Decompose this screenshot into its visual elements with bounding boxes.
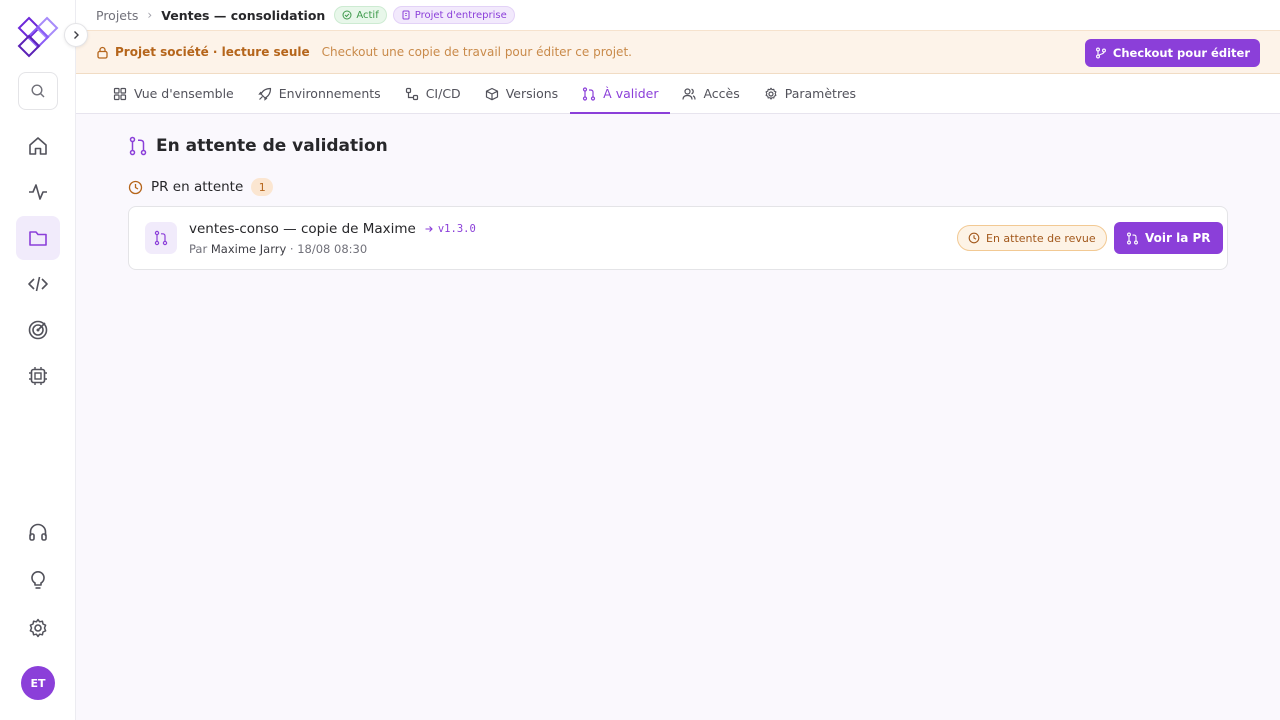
pr-target-version: v1.3.0 — [424, 223, 476, 235]
git-pull-request-icon — [583, 86, 596, 101]
tab-label: CI/CD — [425, 86, 461, 101]
home-icon — [29, 137, 47, 155]
sidebar-item-code[interactable] — [16, 262, 60, 306]
pending-pr-label: PR en attente — [151, 179, 244, 195]
code-icon — [28, 276, 48, 292]
readonly-banner: Projet société · lecture seule Checkout … — [76, 30, 1280, 74]
sidebar: ET — [0, 0, 88, 720]
sidebar-item-activity[interactable] — [16, 170, 60, 214]
building-icon — [402, 10, 410, 20]
breadcrumb-projects-link[interactable]: Projets — [96, 8, 138, 23]
checkout-button[interactable]: Checkout pour éditer — [1084, 39, 1260, 67]
sidebar-item-home[interactable] — [16, 124, 60, 168]
pr-version-label: v1.3.0 — [437, 223, 476, 235]
pending-pr-header: PR en attente 1 — [128, 178, 274, 196]
sidebar-item-target[interactable] — [16, 308, 60, 352]
git-pull-request-icon — [1127, 232, 1138, 244]
pr-title: ventes-conso — copie de Maxime v1.3.0 — [189, 221, 476, 237]
checkout-button-label: Checkout pour éditer — [1112, 46, 1250, 60]
activity-icon — [29, 184, 47, 200]
pr-meta: Par Maxime Jarry · 18/08 08:30 — [189, 242, 367, 256]
sidebar-item-settings[interactable] — [16, 606, 60, 650]
grid-icon — [113, 87, 127, 100]
rocket-icon — [258, 87, 271, 101]
pr-title-text: ventes-conso — copie de Maxime — [189, 221, 416, 237]
users-icon — [682, 87, 697, 100]
headphones-icon — [29, 523, 47, 541]
view-pr-button[interactable]: Voir la PR — [1114, 222, 1223, 254]
section-title-text: En attente de validation — [156, 136, 388, 156]
clock-icon — [128, 180, 143, 194]
chevron-right-icon — [74, 31, 79, 39]
sidebar-item-chip[interactable] — [16, 354, 60, 398]
project-type-badge: Projet d'entreprise — [392, 6, 515, 24]
chip-icon — [29, 367, 47, 385]
pr-card-icon-wrap — [145, 222, 177, 254]
tab-settings[interactable]: Paramètres — [752, 74, 868, 113]
git-branch-icon — [1095, 47, 1106, 59]
user-avatar[interactable]: ET — [21, 666, 55, 700]
status-badge: Actif — [334, 6, 387, 24]
clock-icon — [968, 232, 980, 244]
breadcrumb: Projets › Ventes — consolidation Actif P… — [76, 0, 1280, 30]
view-pr-button-label: Voir la PR — [1145, 231, 1211, 245]
pipeline-icon — [405, 87, 418, 100]
arrow-right-icon — [425, 226, 433, 232]
gear-icon — [765, 87, 777, 100]
lock-icon — [97, 46, 108, 59]
pr-author: Maxime Jarry — [210, 242, 287, 256]
pr-card[interactable]: ventes-conso — copie de Maxime v1.3.0 Pa… — [128, 206, 1228, 270]
search-icon — [31, 84, 45, 98]
breadcrumb-separator: › — [147, 8, 153, 22]
project-type-badge-label: Projet d'entreprise — [414, 9, 507, 21]
tab-overview[interactable]: Vue d'ensemble — [101, 74, 246, 113]
gear-icon — [29, 618, 47, 638]
tab-label: Vue d'ensemble — [134, 86, 234, 101]
sidebar-item-projects[interactable] — [16, 216, 60, 260]
status-badge-label: Actif — [356, 9, 379, 21]
box-icon — [485, 87, 498, 100]
section-title: En attente de validation — [128, 136, 388, 156]
git-pull-request-icon — [154, 230, 168, 246]
pr-by-label: Par — [189, 242, 208, 256]
banner-title: Projet société · lecture seule — [115, 45, 310, 59]
check-circle-icon — [342, 10, 352, 20]
target-icon — [28, 320, 48, 340]
tab-label: Versions — [505, 86, 559, 101]
sidebar-expand-button[interactable] — [64, 23, 88, 47]
page-title: Ventes — consolidation — [161, 7, 326, 23]
pr-date: · 18/08 08:30 — [289, 242, 368, 256]
pr-status-label: En attente de revue — [986, 231, 1096, 245]
pr-status-badge: En attente de revue — [957, 225, 1107, 251]
tab-label: Paramètres — [784, 86, 857, 101]
tab-to-validate[interactable]: À valider — [570, 74, 671, 114]
tab-environments[interactable]: Environnements — [246, 74, 393, 113]
tab-label: Accès — [703, 86, 740, 101]
folder-icon — [29, 231, 47, 246]
tab-versions[interactable]: Versions — [473, 74, 570, 113]
sidebar-search-button[interactable] — [18, 72, 58, 110]
tab-access[interactable]: Accès — [670, 74, 751, 113]
tab-label: À valider — [603, 86, 659, 101]
app-logo[interactable] — [15, 14, 61, 60]
pending-pr-count: 1 — [251, 178, 274, 196]
project-tabs: Vue d'ensemble Environnements CI/CD Vers… — [76, 74, 1280, 114]
banner-message: Checkout une copie de travail pour édite… — [321, 45, 632, 59]
sidebar-item-support[interactable] — [16, 510, 60, 554]
git-pull-request-icon — [129, 136, 147, 156]
tab-label: Environnements — [278, 86, 381, 101]
sidebar-item-ideas[interactable] — [16, 558, 60, 602]
lightbulb-icon — [31, 571, 45, 589]
tab-cicd[interactable]: CI/CD — [393, 74, 473, 113]
